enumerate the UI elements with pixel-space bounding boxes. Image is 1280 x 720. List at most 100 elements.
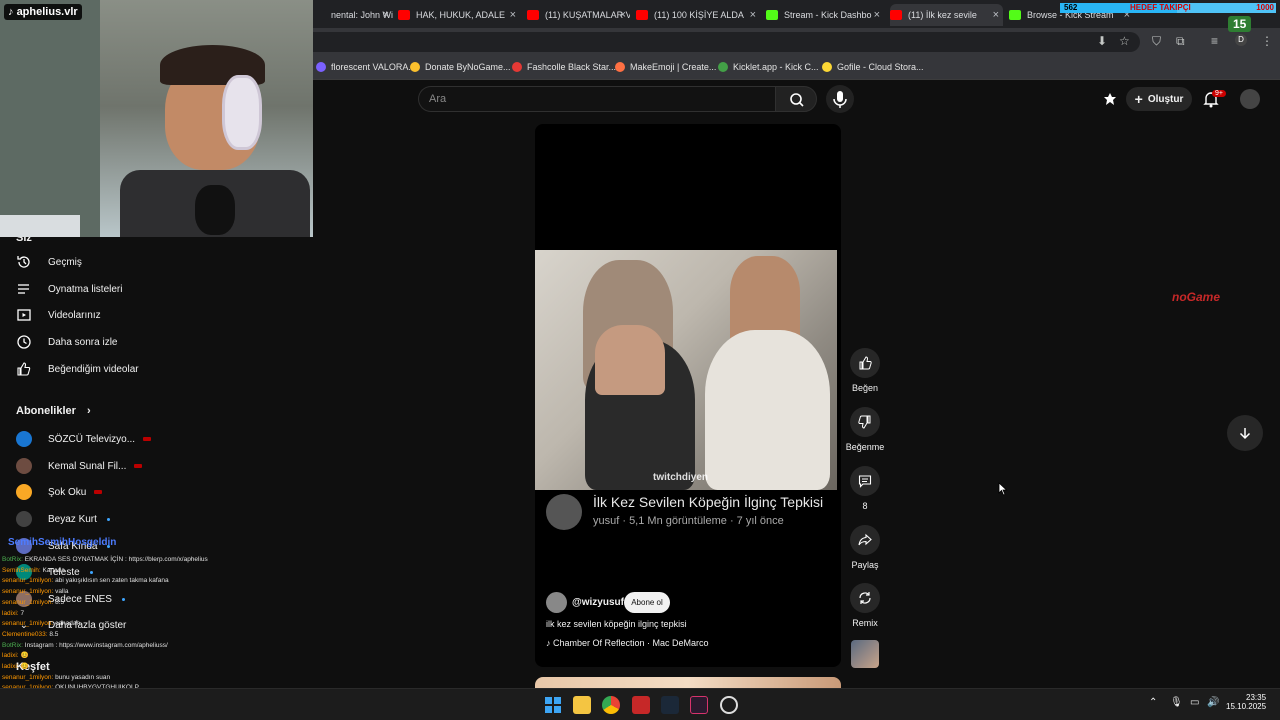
live-indicator-icon — [143, 437, 152, 441]
subscription-item[interactable]: Beyaz Kurt — [16, 508, 110, 530]
tray-mic-icon[interactable]: 🎙 — [1170, 697, 1183, 708]
chat-username: senanur_1milyon: — [2, 598, 54, 606]
chat-username: BotRix: — [2, 556, 23, 563]
studio-icon[interactable] — [1102, 91, 1118, 112]
reading-list-icon[interactable]: ≡ — [1211, 34, 1218, 48]
install-icon[interactable]: ⬇ — [1097, 34, 1107, 48]
chat-message: Clementine033: 8.5 — [2, 630, 302, 641]
tab-favicon-icon — [766, 10, 778, 20]
new-content-dot — [106, 517, 110, 521]
music-credit[interactable]: ♪ Chamber Of Reflection · Mac DeMarco — [546, 638, 709, 648]
tab-favicon-icon — [890, 10, 902, 20]
tray-network-icon[interactable]: ▭ — [1190, 697, 1199, 708]
subscription-item[interactable]: Kemal Sunal Fil... — [16, 455, 143, 477]
sidebar-item[interactable]: Videolarınız — [16, 304, 101, 326]
bookmark-favicon-icon — [410, 62, 420, 72]
subscriptions-heading[interactable]: Abonelikler › — [16, 405, 91, 417]
tray-volume-icon[interactable]: 🔊 — [1207, 697, 1219, 708]
chat-text: bunu yasadın suan — [55, 673, 111, 681]
sidebar-item-label: Oynatma listeleri — [48, 283, 123, 295]
extensions-icon[interactable]: ⧉ — [1176, 34, 1185, 49]
tray-chevron-icon[interactable]: ⌃ — [1149, 697, 1157, 708]
channel-avatar — [16, 511, 32, 527]
comments-button[interactable]: 8 — [843, 466, 887, 511]
video-icon — [16, 307, 32, 323]
tab-close-icon[interactable]: × — [510, 9, 516, 21]
valorant-icon[interactable] — [690, 696, 708, 714]
voice-search-button[interactable] — [826, 85, 854, 113]
like-button[interactable]: Beğen — [843, 348, 887, 393]
browser-tab[interactable]: (11) KUŞATMALAR V × — [527, 4, 630, 26]
subscription-label: SÖZCÜ Televizyo... — [48, 433, 136, 445]
channel-handle[interactable]: @wizyusuf — [572, 597, 624, 608]
bookmark-item[interactable]: Fashcolle Black Star... — [512, 62, 616, 72]
app-icon[interactable] — [632, 696, 650, 714]
audio-source-thumbnail[interactable] — [851, 640, 879, 668]
browser-tab[interactable]: nental: John Wi × — [313, 4, 393, 26]
chat-text: Instagram : https://www.instagram.com/ap… — [24, 641, 168, 649]
tab-favicon-icon — [1009, 10, 1021, 20]
tab-favicon-icon — [398, 10, 410, 20]
browser-tab[interactable]: (11) İlk kez sevile × — [890, 4, 1003, 26]
sidebar-item[interactable]: Geçmiş — [16, 251, 82, 273]
browser-tab[interactable]: (11) 100 KİŞİYE ALDA × — [636, 4, 760, 26]
browser-tab[interactable]: Stream - Kick Dashbo × — [766, 4, 884, 26]
short-video-frame[interactable]: twitchdiyen — [535, 250, 837, 490]
profile-avatar[interactable]: D — [1235, 34, 1247, 46]
bookmark-star-icon[interactable]: ☆ — [1119, 34, 1130, 48]
chat-text: 8.5 — [49, 630, 59, 638]
chat-message: BotRix: EKRANDA SES OYNATMAK İÇİN : http… — [2, 555, 302, 566]
notification-count-badge: 9+ — [1212, 90, 1226, 97]
sidebar-item[interactable]: Beğendiğim videolar — [16, 358, 139, 380]
chrome-icon[interactable] — [602, 696, 620, 714]
tab-title: (11) KUŞATMALAR V — [545, 10, 630, 20]
search-button[interactable] — [775, 86, 817, 112]
subscribe-button[interactable]: Abone ol — [624, 592, 670, 613]
clock-time: 23:35 — [1246, 693, 1267, 702]
bookmark-label: MakeEmoji | Create... — [630, 62, 717, 72]
create-button[interactable]: + Oluştur — [1126, 87, 1192, 111]
address-bar[interactable] — [300, 32, 1140, 52]
search-input[interactable]: Ara — [418, 86, 775, 112]
tab-close-icon[interactable]: × — [383, 9, 389, 21]
tab-close-icon[interactable]: × — [993, 9, 999, 21]
chat-message: senanur_1milyon: abi yakışıklısın sen za… — [2, 576, 302, 587]
next-short-button[interactable] — [1227, 415, 1263, 451]
tab-close-icon[interactable]: × — [750, 9, 756, 21]
chat-message: SemihSemih: Kanada — [2, 566, 302, 577]
live-indicator-icon — [94, 490, 103, 494]
clock-icon — [16, 334, 32, 350]
windows-start-icon[interactable] — [544, 696, 562, 714]
sidebar-item-label: Daha sonra izle — [48, 336, 118, 348]
menu-icon[interactable]: ⋮ — [1261, 34, 1273, 48]
obs-icon[interactable] — [720, 696, 738, 714]
comment-icon — [858, 475, 872, 488]
system-clock[interactable]: 23:35 15.10.2025 — [1226, 693, 1266, 711]
channel-avatar[interactable] — [546, 592, 567, 613]
remix-button[interactable]: Remix — [843, 583, 887, 628]
subscription-item[interactable]: SÖZCÜ Televizyo... — [16, 428, 152, 450]
steam-icon[interactable] — [661, 696, 679, 714]
follow-counter: 15 — [1228, 16, 1252, 32]
tab-favicon-icon — [527, 10, 539, 20]
account-avatar[interactable] — [1240, 89, 1260, 109]
dislike-button[interactable]: Beğenme — [843, 407, 887, 452]
bookmark-item[interactable]: Kicklet.app - Kick C... — [718, 62, 819, 72]
bookmark-item[interactable]: florescent VALORA... — [316, 62, 416, 72]
file-explorer-icon[interactable] — [573, 696, 591, 714]
share-button[interactable]: Paylaş — [843, 525, 887, 570]
overlay-channel-avatar — [546, 494, 582, 530]
subscription-item[interactable]: Şok Oku — [16, 481, 103, 503]
bookmark-label: Kicklet.app - Kick C... — [733, 62, 819, 72]
tab-close-icon[interactable]: × — [620, 9, 626, 21]
bookmark-item[interactable]: Donate ByNoGame... — [410, 62, 511, 72]
browser-tab[interactable]: HAK, HUKUK, ADALE × — [398, 4, 520, 26]
mouse-cursor-icon — [998, 482, 1008, 501]
bookmark-item[interactable]: MakeEmoji | Create... — [615, 62, 716, 72]
bookmark-label: Fashcolle Black Star... — [527, 62, 617, 72]
bookmark-item[interactable]: Gofile - Cloud Stora... — [822, 62, 924, 72]
sidebar-item[interactable]: Daha sonra izle — [16, 331, 117, 353]
sidebar-item[interactable]: Oynatma listeleri — [16, 278, 122, 300]
tab-close-icon[interactable]: × — [874, 9, 880, 21]
shield-icon[interactable]: ⛉ — [1152, 34, 1161, 49]
